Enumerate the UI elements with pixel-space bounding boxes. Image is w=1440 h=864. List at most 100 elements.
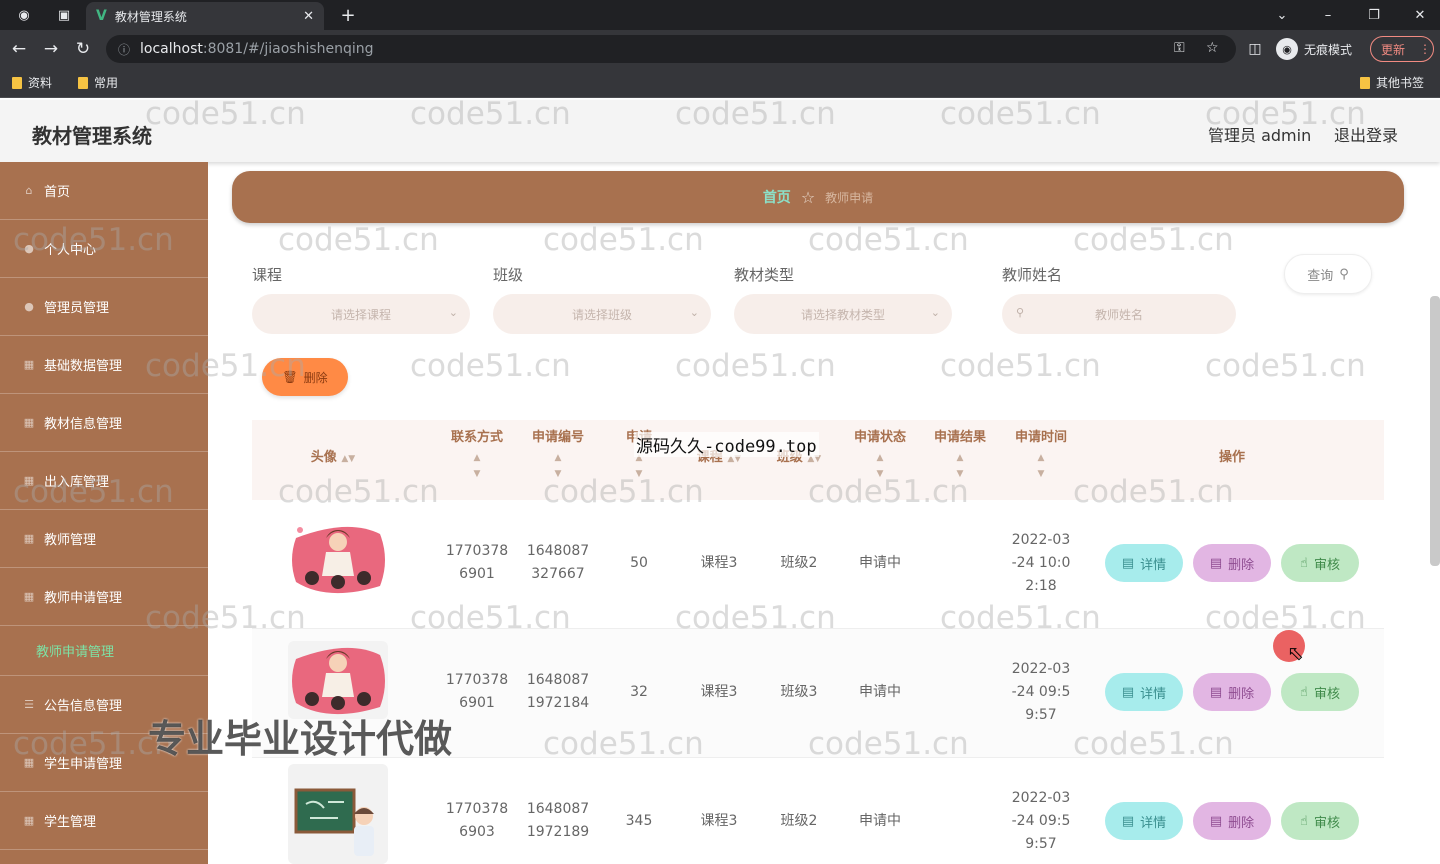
cell-class: 班级2 xyxy=(780,554,818,571)
bookmark-star-icon[interactable]: ☆ xyxy=(1206,40,1219,56)
breadcrumb-home[interactable]: 首页 xyxy=(763,187,791,207)
cell-apply-qty: 32 xyxy=(630,683,648,700)
cell-result xyxy=(925,796,995,846)
url-bar[interactable]: ⓘ localhost:8081/#/jiaoshishenqing ⚿ ☆ xyxy=(106,35,1236,63)
tab-overview-icon[interactable]: ▣ xyxy=(52,4,76,26)
folder-icon xyxy=(1360,76,1370,89)
thumb-up-icon: ☝ xyxy=(1300,555,1308,571)
sidebar-item-label: 教师申请管理 xyxy=(44,591,123,606)
tab-search-icon[interactable]: ⌄ xyxy=(1270,4,1294,26)
column-header-status[interactable]: 申请状态 ▲ ▼ xyxy=(845,430,915,482)
sidebar-subitem-teacher-applications[interactable]: 教师申请管理 xyxy=(0,626,208,676)
course-select[interactable]: 请选择课程 ⌄ xyxy=(252,294,470,334)
trash-icon: ▤ xyxy=(1209,813,1223,829)
app-title: 教材管理系统 xyxy=(32,124,152,148)
delete-button[interactable]: ▤ 删除 xyxy=(1193,673,1271,711)
cell-contact: 1770378 6903 xyxy=(445,801,509,840)
detail-button[interactable]: ▤ 详情 xyxy=(1105,802,1183,840)
reload-icon[interactable]: ↻ xyxy=(72,38,94,60)
minimize-icon[interactable]: – xyxy=(1316,4,1340,26)
sidebar-item-label: 管理员管理 xyxy=(44,301,110,316)
sidebar-item-teachers[interactable]: ▦ 教师管理 xyxy=(0,510,208,568)
stock-icon: ▦ xyxy=(23,474,35,487)
sidebar-item-students[interactable]: ▦ 学生管理 xyxy=(0,792,208,850)
column-header-result[interactable]: 申请结果 ▲ ▼ xyxy=(925,430,995,482)
cell-status: 申请中 xyxy=(859,683,901,700)
column-header-avatar[interactable]: 头像 ▲▼ xyxy=(298,450,368,467)
sidebar-item-teacher-applications[interactable]: ▦ 教师申请管理 xyxy=(0,568,208,626)
document-icon: ▤ xyxy=(1121,555,1135,571)
close-window-icon[interactable]: ✕ xyxy=(1408,4,1432,26)
key-icon[interactable]: ⚿ xyxy=(1174,40,1185,56)
browser-menu-icon[interactable]: ◉ xyxy=(12,4,36,26)
home-icon: ⌂ xyxy=(25,184,33,197)
promo-banner-top: 源码久久-code99.top xyxy=(634,432,819,457)
info-icon[interactable]: ⓘ xyxy=(118,41,130,58)
sidebar-item-base-data[interactable]: ▦ 基础数据管理 xyxy=(0,336,208,394)
sidebar-item-admins[interactable]: ● 管理员管理 xyxy=(0,278,208,336)
sidebar-item-label: 教材信息管理 xyxy=(44,417,123,432)
query-button[interactable]: 查询 ⚲ xyxy=(1284,254,1372,294)
type-select[interactable]: 请选择教材类型 ⌄ xyxy=(734,294,952,334)
side-panel-icon[interactable]: ◫ xyxy=(1244,38,1266,60)
course-filter-label: 课程 xyxy=(252,266,283,284)
sidebar-item-label: 教师管理 xyxy=(44,533,97,548)
sidebar-item-textbooks[interactable]: ▦ 教材信息管理 xyxy=(0,394,208,452)
sidebar-item-label: 首页 xyxy=(44,185,71,200)
sidebar-item-stock[interactable]: ▦ 出入库管理 xyxy=(0,452,208,510)
trash-icon: ▤ xyxy=(1209,684,1223,700)
review-button[interactable]: ☝ 审核 xyxy=(1281,544,1359,582)
column-header-contact[interactable]: 联系方式 ▲ ▼ xyxy=(442,430,512,482)
incognito-indicator[interactable]: ◉ 无痕模式 xyxy=(1276,38,1352,60)
batch-delete-button[interactable]: 🗑 删除 xyxy=(262,358,348,396)
cell-course: 课程3 xyxy=(700,812,738,829)
delete-button[interactable]: ▤ 删除 xyxy=(1193,544,1271,582)
restore-icon[interactable]: ❐ xyxy=(1362,4,1386,26)
cell-course: 课程3 xyxy=(700,683,738,700)
bookmark-folder-1[interactable]: 常用 xyxy=(78,74,118,91)
more-menu-icon: ⋮ xyxy=(1419,42,1432,56)
class-select[interactable]: 请选择班级 ⌄ xyxy=(493,294,711,334)
thumb-up-icon: ☝ xyxy=(1300,684,1308,700)
type-filter-label: 教材类型 xyxy=(734,266,795,284)
url-host: localhost xyxy=(140,41,203,57)
logout-link[interactable]: 退出登录 xyxy=(1334,122,1398,146)
admin-icon: ● xyxy=(24,300,34,313)
column-header-time[interactable]: 申请时间 ▲ ▼ xyxy=(1006,430,1076,482)
sidebar-item-label: 基础数据管理 xyxy=(44,359,123,374)
teacher-name-input[interactable]: ⚲ 教师姓名 xyxy=(1002,294,1236,334)
bookmark-folder-0[interactable]: 资料 xyxy=(12,74,52,91)
delete-button[interactable]: ▤ 删除 xyxy=(1193,802,1271,840)
detail-button[interactable]: ▤ 详情 xyxy=(1105,544,1183,582)
other-bookmarks[interactable]: 其他书签 xyxy=(1360,74,1424,91)
cell-status: 申请中 xyxy=(859,812,901,829)
bookmark-label: 常用 xyxy=(94,76,119,90)
cell-time: 2022-03 -24 09:5 9:57 xyxy=(1011,660,1071,723)
bookmark-label: 资料 xyxy=(28,76,53,90)
data-icon: ▦ xyxy=(23,358,35,371)
back-icon[interactable]: ← xyxy=(8,38,30,60)
chevron-down-icon: ⌄ xyxy=(689,306,699,319)
book-icon: ▦ xyxy=(23,416,35,429)
batch-delete-label: 删除 xyxy=(303,370,328,385)
sidebar-item-home[interactable]: ⌂ 首页 xyxy=(0,162,208,220)
review-button[interactable]: ☝ 审核 xyxy=(1281,673,1359,711)
sidebar-item-label: 公告信息管理 xyxy=(44,699,123,714)
cell-time: 2022-03 -24 09:5 9:57 xyxy=(1011,789,1071,852)
avatar-image xyxy=(288,764,388,864)
page-scrollbar[interactable] xyxy=(1430,296,1440,566)
review-button[interactable]: ☝ 审核 xyxy=(1281,802,1359,840)
sidebar-item-profile[interactable]: ● 个人中心 xyxy=(0,220,208,278)
cell-apply-no: 1648087 1972189 xyxy=(526,801,590,840)
new-tab-icon[interactable]: + xyxy=(336,4,360,26)
close-tab-icon[interactable]: ✕ xyxy=(303,9,314,24)
browser-tab[interactable]: V 教材管理系统 ✕ xyxy=(86,2,324,30)
current-user: 管理员 admin xyxy=(1208,126,1312,145)
forward-icon[interactable]: → xyxy=(40,38,62,60)
notice-icon: ☰ xyxy=(24,698,34,711)
cell-status: 申请中 xyxy=(859,554,901,571)
column-header-apply-no[interactable]: 申请编号 ▲ ▼ xyxy=(523,430,593,482)
teacher-filter-label: 教师姓名 xyxy=(1002,266,1063,284)
detail-button[interactable]: ▤ 详情 xyxy=(1105,673,1183,711)
update-button[interactable]: 更新 ⋮ xyxy=(1370,36,1434,62)
